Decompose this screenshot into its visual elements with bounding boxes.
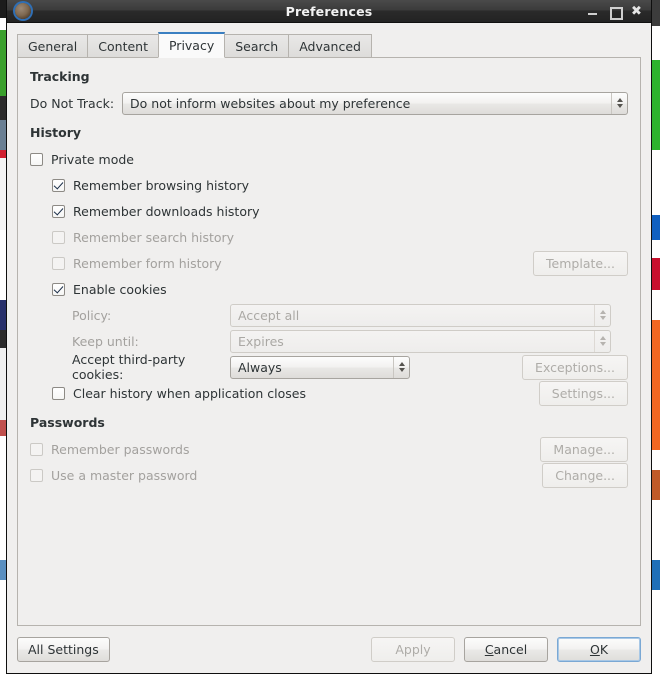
use-master-password-checkbox	[30, 468, 43, 482]
maximize-button[interactable]	[609, 5, 623, 20]
chevron-updown-icon	[393, 356, 409, 378]
private-mode-label: Private mode	[51, 151, 135, 167]
remember-form-row: Remember form history Template...	[30, 250, 628, 276]
title-bar[interactable]: Preferences ✖	[7, 0, 651, 23]
remember-passwords-label: Remember passwords	[51, 441, 190, 457]
tab-general[interactable]: General	[17, 34, 89, 58]
enable-cookies-checkbox[interactable]	[52, 282, 65, 296]
cookie-policy-combo: Accept all	[230, 303, 611, 327]
third-party-cookies-row: Accept third-party cookies: Always Excep…	[30, 352, 628, 382]
ok-button[interactable]: OK	[557, 637, 641, 662]
window-controls: ✖	[587, 5, 642, 20]
remember-search-checkbox	[52, 230, 65, 244]
remember-browsing-label: Remember browsing history	[73, 177, 250, 193]
clear-history-checkbox[interactable]	[52, 386, 65, 400]
app-icon	[15, 3, 31, 19]
cancel-button[interactable]: Cancel	[464, 637, 548, 662]
chevron-updown-icon	[594, 330, 610, 352]
cookie-policy-row: Policy: Accept all	[30, 302, 628, 328]
clear-history-settings-button: Settings...	[538, 380, 628, 406]
window-title: Preferences	[285, 3, 373, 19]
chevron-updown-icon	[594, 304, 610, 326]
minimize-button[interactable]	[587, 5, 598, 18]
tab-content[interactable]: Content	[87, 34, 159, 58]
keep-until-combo: Expires	[230, 329, 611, 353]
cookie-policy-label: Policy:	[72, 307, 112, 323]
cancel-rest: ancel	[493, 642, 528, 657]
dialog-action-bar: All Settings Apply Cancel OK	[7, 626, 651, 673]
do-not-track-combo[interactable]: Do not inform websites about my preferen…	[122, 91, 628, 115]
keep-until-label: Keep until:	[72, 333, 139, 349]
remember-search-row: Remember search history	[30, 224, 628, 250]
tab-search[interactable]: Search	[224, 34, 290, 58]
change-master-password-button: Change...	[542, 462, 628, 488]
remember-form-checkbox	[52, 256, 65, 270]
ok-rest: K	[599, 642, 609, 657]
remember-downloads-checkbox[interactable]	[52, 204, 65, 218]
privacy-panel: Tracking Do Not Track: Do not inform web…	[17, 57, 641, 626]
preferences-window: Preferences ✖ General Content Privacy Se…	[6, 0, 652, 674]
third-party-cookies-combo[interactable]: Always	[230, 355, 411, 379]
chevron-updown-icon	[611, 92, 627, 114]
remember-search-label: Remember search history	[73, 229, 235, 245]
remember-downloads-row[interactable]: Remember downloads history	[30, 198, 628, 224]
dialog-primary-actions: Apply Cancel OK	[371, 637, 641, 662]
cancel-accel: C	[484, 642, 494, 657]
use-master-password-label: Use a master password	[51, 467, 198, 483]
tab-bar: General Content Privacy Search Advanced	[17, 32, 641, 58]
private-mode-checkbox[interactable]	[30, 152, 43, 166]
clear-history-row[interactable]: Clear history when application closes Se…	[30, 380, 628, 406]
remember-passwords-row: Remember passwords Manage...	[30, 436, 628, 462]
remember-browsing-checkbox[interactable]	[52, 178, 65, 192]
all-settings-button[interactable]: All Settings	[17, 637, 110, 662]
do-not-track-label: Do Not Track:	[30, 95, 115, 111]
do-not-track-value: Do not inform websites about my preferen…	[130, 95, 411, 111]
section-title-history: History	[30, 125, 82, 140]
section-title-tracking: Tracking	[30, 69, 90, 84]
tab-privacy[interactable]: Privacy	[157, 32, 226, 58]
enable-cookies-label: Enable cookies	[73, 281, 167, 297]
private-mode-row[interactable]: Private mode	[30, 146, 628, 172]
section-title-passwords: Passwords	[30, 415, 105, 430]
template-button: Template...	[533, 250, 628, 276]
remember-passwords-checkbox	[30, 442, 43, 456]
cookie-policy-value: Accept all	[238, 307, 300, 323]
remember-browsing-row[interactable]: Remember browsing history	[30, 172, 628, 198]
third-party-cookies-value: Always	[238, 359, 282, 375]
window-body: General Content Privacy Search Advanced …	[7, 23, 651, 626]
tab-advanced[interactable]: Advanced	[288, 34, 372, 58]
do-not-track-row: Do Not Track: Do not inform websites abo…	[30, 90, 628, 116]
apply-button: Apply	[371, 637, 455, 662]
keep-until-value: Expires	[238, 333, 284, 349]
clear-history-label: Clear history when application closes	[73, 385, 306, 401]
manage-passwords-button: Manage...	[540, 436, 628, 462]
third-party-cookies-label: Accept third-party cookies:	[72, 352, 186, 382]
remember-downloads-label: Remember downloads history	[73, 203, 260, 219]
use-master-password-row: Use a master password Change...	[30, 462, 628, 488]
keep-until-row: Keep until: Expires	[30, 328, 628, 354]
ok-accel: O	[589, 642, 600, 657]
exceptions-button: Exceptions...	[522, 354, 628, 380]
remember-form-label: Remember form history	[73, 255, 222, 271]
close-button[interactable]: ✖	[631, 5, 642, 18]
enable-cookies-row[interactable]: Enable cookies	[30, 276, 628, 302]
